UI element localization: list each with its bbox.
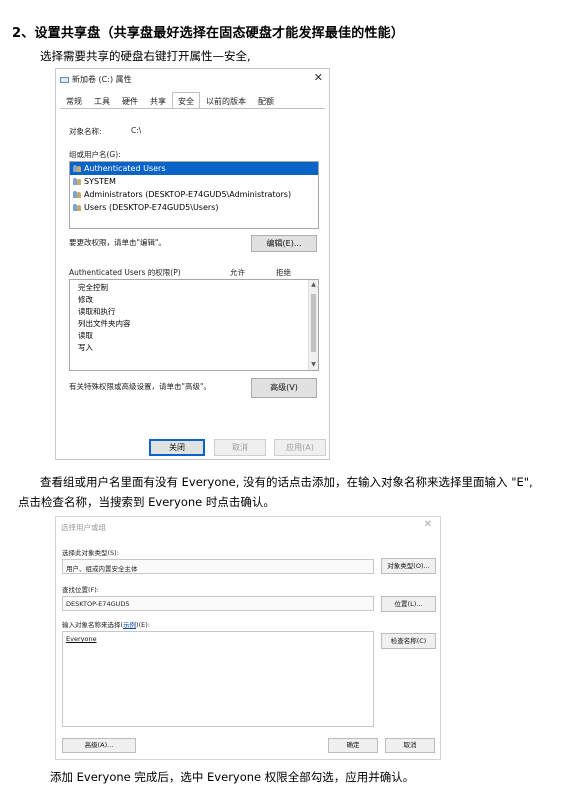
advanced-button[interactable]: 高级(V): [251, 378, 317, 398]
list-item: 读取和执行: [78, 307, 116, 316]
list-item: 读取: [78, 331, 93, 340]
check-names-button[interactable]: 检查名称(C): [381, 633, 436, 649]
tab-security[interactable]: 安全: [172, 92, 200, 109]
tab-previous-versions[interactable]: 以前的版本: [200, 92, 252, 109]
examples-link[interactable]: 示例: [123, 621, 136, 629]
object-type-field: 用户、组或内置安全主体: [62, 559, 374, 574]
tab-general[interactable]: 常规: [60, 92, 88, 109]
scroll-down-icon[interactable]: ▼: [309, 360, 318, 370]
intro-text: 选择需要共享的硬盘右键打开属性—安全,: [40, 49, 251, 63]
tab-tools[interactable]: 工具: [88, 92, 116, 109]
advanced-button[interactable]: 高级(A)...: [62, 738, 136, 753]
cancel-button[interactable]: 取消: [385, 738, 435, 753]
properties-dialog: 新加卷 (C:) 属性 ✕ 常规 工具 硬件 共享 安全 以前的版本 配额 对象…: [55, 68, 330, 460]
group-label: 组或用户名(G):: [69, 150, 121, 159]
scroll-up-icon[interactable]: ▲: [309, 280, 318, 290]
users-icon: [73, 204, 82, 211]
tab-sharing[interactable]: 共享: [144, 92, 172, 109]
users-icon: [73, 165, 82, 172]
list-item[interactable]: Users (DESKTOP-E74GUD5\Users): [70, 201, 318, 214]
close-icon[interactable]: ✕: [424, 519, 432, 530]
tab-bar: 常规 工具 硬件 共享 安全 以前的版本 配额: [60, 92, 280, 109]
list-item: 完全控制: [78, 283, 108, 292]
list-item: 列出文件夹内容: [78, 319, 131, 328]
cancel-button[interactable]: 取消: [214, 439, 266, 456]
dialog-title-text: 新加卷 (C:) 属性: [72, 75, 132, 84]
user-list[interactable]: Authenticated Users SYSTEM Administrator…: [69, 161, 319, 229]
object-types-button[interactable]: 对象类型(O)...: [381, 558, 436, 574]
list-item[interactable]: Authenticated Users: [70, 162, 318, 175]
apply-button[interactable]: 应用(A): [274, 439, 326, 456]
advanced-hint: 有关特殊权限或高级设置，请单击"高级"。: [69, 382, 211, 391]
location-label: 查找位置(F):: [62, 586, 100, 594]
tab-divider: [60, 108, 325, 109]
object-name-value: C:\: [131, 126, 142, 135]
paragraph-line-2: 点击检查名称，当搜索到 Everyone 时点击确认。: [18, 495, 275, 509]
list-item: 写入: [78, 343, 93, 352]
object-name-input[interactable]: Everyone: [62, 631, 374, 727]
select-users-dialog: 选择用户或组 ✕ 选择此对象类型(S): 用户、组或内置安全主体 对象类型(O)…: [55, 516, 441, 760]
enter-object-label: 输入对象名称来选择(示例)(E):: [62, 621, 150, 629]
scrollbar[interactable]: ▲ ▼: [308, 280, 318, 370]
list-item[interactable]: Administrators (DESKTOP-E74GUD5\Administ…: [70, 188, 318, 201]
list-item[interactable]: SYSTEM: [70, 175, 318, 188]
permission-header: Authenticated Users 的权限(P): [69, 268, 181, 277]
location-field: DESKTOP-E74GUD5: [62, 596, 374, 611]
users-icon: [73, 191, 82, 198]
entered-object-name: Everyone: [66, 635, 97, 643]
list-item: 修改: [78, 295, 93, 304]
tab-quota[interactable]: 配额: [252, 92, 280, 109]
tab-hardware[interactable]: 硬件: [116, 92, 144, 109]
close-button[interactable]: 关闭: [149, 439, 205, 456]
dialog-title: 选择用户或组: [61, 523, 106, 532]
resize-grip-icon[interactable]: ⋰: [432, 750, 438, 757]
location-button[interactable]: 位置(L)...: [381, 596, 436, 612]
ok-button[interactable]: 确定: [328, 738, 378, 753]
object-type-label: 选择此对象类型(S):: [62, 549, 119, 557]
object-name-label: 对象名称:: [69, 127, 102, 136]
allow-header: 允许: [230, 268, 245, 277]
edit-hint: 要更改权限，请单击"编辑"。: [69, 238, 166, 247]
final-text: 添加 Everyone 完成后，选中 Everyone 权限全部勾选，应用并确认…: [50, 770, 415, 784]
edit-button[interactable]: 编辑(E)...: [251, 235, 317, 252]
permission-list: 完全控制 修改 读取和执行 列出文件夹内容 读取 写入 ▲ ▼: [69, 279, 319, 371]
scroll-thumb[interactable]: [311, 294, 316, 352]
paragraph-line-1: 查看组或用户名里面有没有 Everyone, 没有的话点击添加，在输入对象名称来…: [40, 475, 533, 489]
deny-header: 拒绝: [276, 268, 291, 277]
drive-icon: [60, 76, 69, 83]
users-icon: [73, 178, 82, 185]
section-heading: 2、设置共享盘（共享盘最好选择在固态硬盘才能发挥最佳的性能）: [12, 26, 405, 41]
dialog-title: 新加卷 (C:) 属性: [60, 74, 132, 85]
close-icon[interactable]: ✕: [314, 71, 323, 84]
